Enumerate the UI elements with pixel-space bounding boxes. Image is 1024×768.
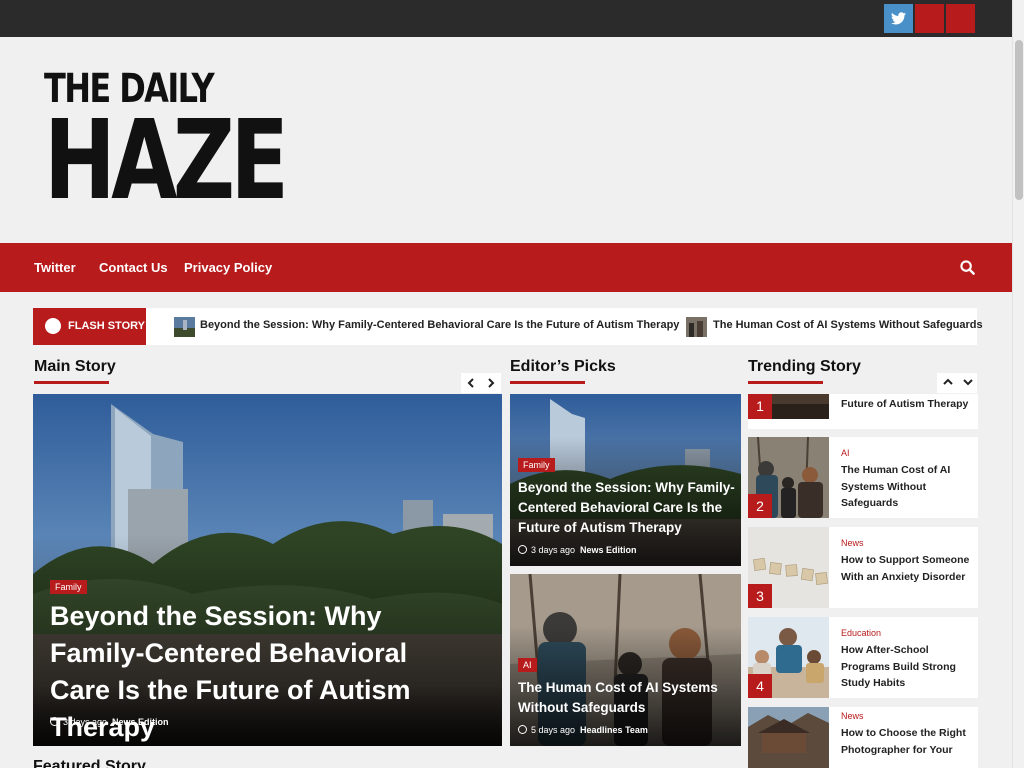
flash-item[interactable]: The Human Cost of AI Systems Without Saf… bbox=[713, 319, 983, 331]
author-link[interactable]: News Edition bbox=[580, 545, 637, 555]
section-title-editors-picks: Editor’s Picks bbox=[510, 358, 616, 375]
clock-icon bbox=[518, 545, 527, 554]
twitter-icon[interactable] bbox=[884, 4, 913, 33]
trending-thumb: 4 bbox=[748, 617, 829, 698]
trending-thumb: 1 bbox=[748, 394, 829, 419]
section-underline bbox=[748, 381, 823, 384]
category-badge[interactable]: Family bbox=[50, 580, 87, 594]
clock-icon bbox=[50, 717, 59, 726]
top-bar bbox=[0, 0, 1012, 37]
trending-category[interactable]: News bbox=[841, 538, 864, 548]
page-scrollbar[interactable] bbox=[1012, 0, 1024, 768]
section-title-trending-story: Trending Story bbox=[748, 358, 861, 375]
flash-thumb bbox=[174, 317, 195, 337]
social-link-icon[interactable] bbox=[946, 4, 975, 33]
trending-title[interactable]: Future of Autism Therapy bbox=[841, 396, 971, 413]
trending-title[interactable]: How After-School Programs Build Strong S… bbox=[841, 642, 971, 692]
next-arrow-button[interactable] bbox=[481, 373, 501, 393]
editors-pick-meta: 3 days ago News Edition bbox=[518, 545, 637, 555]
flash-story-label: FLASH STORY bbox=[33, 308, 146, 345]
main-story-meta: 3 days ago News Edition bbox=[50, 717, 169, 727]
search-icon[interactable] bbox=[960, 260, 975, 279]
trending-item[interactable]: 2 AI The Human Cost of AI Systems Withou… bbox=[748, 437, 978, 518]
flash-item[interactable]: Beyond the Session: Why Family-Centered … bbox=[200, 319, 679, 331]
nav-item-privacy-policy[interactable]: Privacy Policy bbox=[184, 260, 272, 275]
nav-item-contact-us[interactable]: Contact Us bbox=[99, 260, 168, 275]
author-link[interactable]: News Edition bbox=[112, 717, 169, 727]
trending-thumb: 3 bbox=[748, 527, 829, 608]
down-arrow-button[interactable] bbox=[957, 373, 977, 393]
trending-thumb bbox=[748, 707, 829, 768]
flash-story-ticker: FLASH STORY Beyond the Session: Why Fami… bbox=[33, 308, 983, 345]
clock-icon bbox=[518, 725, 527, 734]
editors-pick-title[interactable]: Beyond the Session: Why Family-Centered … bbox=[518, 478, 736, 538]
section-underline bbox=[510, 381, 585, 384]
trending-title[interactable]: How to Support Someone With an Anxiety D… bbox=[841, 552, 971, 585]
category-badge[interactable]: Family bbox=[518, 458, 555, 472]
social-link-icon[interactable] bbox=[915, 4, 944, 33]
prev-arrow-button[interactable] bbox=[461, 373, 481, 393]
trending-title[interactable]: How to Choose the Right Photographer for… bbox=[841, 725, 971, 758]
section-title-featured-story: Featured Story bbox=[33, 758, 146, 768]
editors-pick-meta: 5 days ago Headlines Team bbox=[518, 725, 648, 735]
editors-pick-title[interactable]: The Human Cost of AI Systems Without Saf… bbox=[518, 678, 736, 718]
trending-item[interactable]: News How to Choose the Right Photographe… bbox=[748, 707, 978, 768]
nav-item-twitter[interactable]: Twitter bbox=[34, 260, 76, 275]
trending-title[interactable]: The Human Cost of AI Systems Without Saf… bbox=[841, 462, 971, 512]
main-nav: Twitter Contact Us Privacy Policy bbox=[0, 243, 1012, 292]
category-badge[interactable]: AI bbox=[518, 658, 537, 672]
up-arrow-button[interactable] bbox=[937, 373, 957, 393]
scrollbar-thumb[interactable] bbox=[1015, 40, 1023, 200]
logo-bottom-text: HAZE bbox=[44, 96, 289, 224]
trending-category[interactable]: Education bbox=[841, 628, 881, 638]
site-header: THE DAILY HAZE bbox=[0, 37, 1012, 243]
author-link[interactable]: Headlines Team bbox=[580, 725, 648, 735]
section-underline bbox=[34, 381, 109, 384]
trending-thumb: 2 bbox=[748, 437, 829, 518]
trending-item[interactable]: 4 Education How After-School Programs Bu… bbox=[748, 617, 978, 698]
trending-item[interactable]: 3 News How to Support Someone With an An… bbox=[748, 527, 978, 608]
flash-dot-icon bbox=[45, 318, 61, 334]
flash-thumb bbox=[686, 317, 707, 337]
page: THE DAILY HAZE Twitter Contact Us Privac… bbox=[0, 0, 1024, 768]
section-title-main-story: Main Story bbox=[34, 358, 116, 375]
trending-item[interactable]: 1 Future of Autism Therapy bbox=[748, 394, 978, 429]
trending-category[interactable]: AI bbox=[841, 448, 850, 458]
editors-pick-card[interactable] bbox=[510, 574, 741, 746]
site-logo[interactable]: THE DAILY HAZE bbox=[44, 69, 352, 224]
trending-category[interactable]: News bbox=[841, 711, 864, 721]
